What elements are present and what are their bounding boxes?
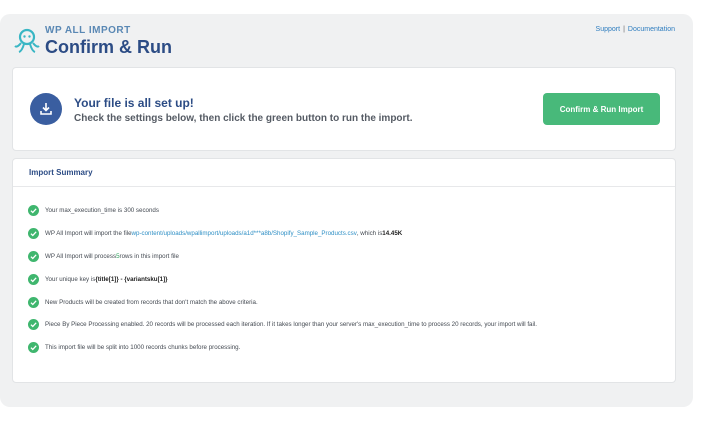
summary-text: WP All Import will process <box>45 252 117 260</box>
setup-card: Your file is all set up! Check the setti… <box>12 67 676 151</box>
page-header: WP ALL IMPORT Confirm & Run <box>12 24 172 58</box>
check-circle-icon <box>28 273 39 285</box>
setup-description: Check the settings below, then click the… <box>74 113 413 124</box>
check-circle-icon <box>28 319 39 331</box>
summary-item: New Products will be created from record… <box>28 296 537 309</box>
summary-text: This import file will be split into 1000… <box>45 344 241 352</box>
confirm-run-import-button[interactable]: Confirm & Run Import <box>543 93 660 125</box>
documentation-link[interactable]: Documentation <box>628 26 675 33</box>
check-circle-icon <box>28 205 39 216</box>
check-circle-icon <box>28 296 39 308</box>
unique-key: {title[1]} - {variantsku[1]} <box>95 275 168 283</box>
check-circle-icon <box>28 227 39 239</box>
top-links: Support | Documentation <box>596 26 675 33</box>
file-path-link[interactable]: wp-content/uploads/wpallimport/uploads/a… <box>132 230 357 237</box>
summary-item: WP All Import will import the file wp-co… <box>28 227 537 240</box>
summary-text: Piece By Piece Processing enabled. 20 re… <box>45 321 537 329</box>
import-summary-card: Import Summary Your max_execution_time i… <box>12 158 676 383</box>
file-size: 14.45K <box>382 229 403 237</box>
check-circle-icon <box>28 342 39 354</box>
summary-item: WP All Import will process 5 rows in thi… <box>28 250 537 263</box>
summary-text: , which is <box>356 229 383 237</box>
summary-item: Piece By Piece Processing enabled. 20 re… <box>28 318 537 331</box>
page-title: Confirm & Run <box>45 37 172 57</box>
check-circle-icon <box>28 250 39 262</box>
download-icon <box>30 93 62 125</box>
summary-text: Your max_execution_time is 300 seconds <box>45 207 159 214</box>
link-separator: | <box>623 26 625 33</box>
summary-list: Your max_execution_time is 300 seconds W… <box>28 204 537 364</box>
brand-subtitle: WP ALL IMPORT <box>45 25 131 36</box>
summary-item: Your max_execution_time is 300 seconds <box>28 204 537 217</box>
support-link[interactable]: Support <box>596 26 621 33</box>
setup-title: Your file is all set up! <box>74 96 194 110</box>
summary-item: This import file will be split into 1000… <box>28 341 537 354</box>
octopus-logo-icon <box>14 28 40 53</box>
summary-text: rows in this import file <box>119 252 180 260</box>
summary-text: WP All Import will import the file <box>45 229 132 237</box>
summary-item: Your unique key is {title[1]} - {variant… <box>28 273 537 286</box>
summary-text: New Products will be created from record… <box>45 298 258 306</box>
summary-title: Import Summary <box>29 168 93 177</box>
summary-text: Your unique key is <box>45 275 96 283</box>
brand: WP ALL IMPORT Confirm & Run <box>45 25 172 57</box>
summary-header: Import Summary <box>13 159 675 187</box>
